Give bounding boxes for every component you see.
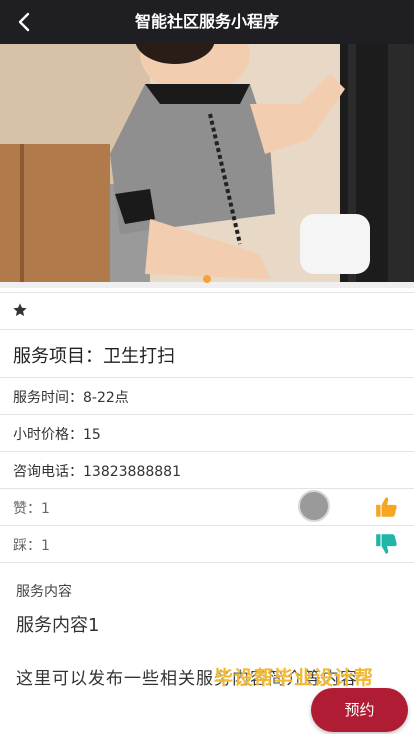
service-time-row: 服务时间：8-22点 [0,378,414,415]
dislike-count: 踩：1 [13,538,50,554]
service-name: 服务项目：卫生打扫 [13,346,175,367]
service-photo [0,44,414,288]
content-section-label: 服务内容 [16,584,72,600]
thumbs-down-icon[interactable] [374,531,400,557]
hourly-price: 小时价格：15 [13,427,101,443]
like-row: 赞：1 [0,489,414,526]
dislike-row: 踩：1 [0,526,414,563]
book-button[interactable]: 预约 [311,688,408,732]
content-title: 服务内容1 [16,615,100,636]
top-nav-bar: 智能社区服务小程序 [0,0,414,44]
service-image-banner[interactable] [0,44,414,288]
hourly-price-row: 小时价格：15 [0,415,414,452]
like-count: 赞：1 [13,501,50,517]
carousel-indicator[interactable] [203,275,211,283]
contact-phone-row[interactable]: 咨询电话：13823888881 [0,452,414,489]
service-time: 服务时间：8-22点 [13,390,129,406]
watermark-text: 毕设帮毕业设计帮 [214,667,375,689]
thumbs-up-icon[interactable] [374,494,400,520]
page-title: 智能社区服务小程序 [134,12,279,31]
contact-phone[interactable]: 咨询电话：13823888881 [13,461,181,481]
floating-assistive-button[interactable] [298,490,330,522]
service-name-row: 服务项目：卫生打扫 [0,330,414,378]
star-icon[interactable] [12,302,28,318]
favorite-row[interactable] [0,292,414,330]
